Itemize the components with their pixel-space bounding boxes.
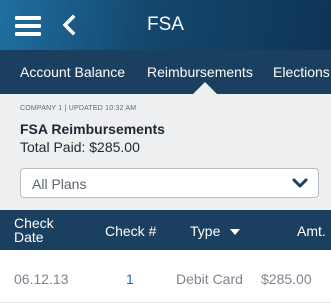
column-header-type[interactable]: Type <box>190 223 241 239</box>
column-header-amount[interactable]: Amt. <box>297 224 326 238</box>
tab-bar: Account Balance Reimbursements Elections <box>0 50 331 94</box>
section-heading: FSA Reimbursements <box>20 121 165 137</box>
tab-elections[interactable]: Elections <box>273 64 330 80</box>
total-paid: Total Paid: $285.00 <box>20 139 140 155</box>
app-header: FSA <box>0 0 331 50</box>
plan-filter-dropdown[interactable]: All Plans <box>20 168 319 198</box>
updated-meta: COMPANY 1 | UPDATED 10:32 AM <box>20 105 137 112</box>
row-type: Debit Card <box>176 271 243 287</box>
active-tab-indicator <box>193 82 217 94</box>
column-header-type-label: Type <box>190 223 221 239</box>
reimbursement-summary: COMPANY 1 | UPDATED 10:32 AM FSA Reimbur… <box>0 94 331 210</box>
table-header: Check Date Check # Type Amt. <box>0 210 331 250</box>
table-row[interactable]: 06.12.13 1 Debit Card $285.00 <box>0 250 331 303</box>
caret-down-icon <box>230 229 241 236</box>
column-header-check-date-line2: Date <box>14 229 44 245</box>
row-amount: $285.00 <box>261 271 312 287</box>
chevron-down-icon <box>292 176 308 195</box>
row-check-date: 06.12.13 <box>14 271 69 287</box>
tab-account-balance[interactable]: Account Balance <box>20 64 125 80</box>
page-title: FSA <box>147 14 184 35</box>
plan-filter-value: All Plans <box>32 176 87 192</box>
column-header-check-number[interactable]: Check # <box>105 224 156 238</box>
column-header-check-date[interactable]: Check Date <box>14 216 54 244</box>
row-check-number-link[interactable]: 1 <box>126 271 134 287</box>
tab-reimbursements[interactable]: Reimbursements <box>147 64 253 80</box>
